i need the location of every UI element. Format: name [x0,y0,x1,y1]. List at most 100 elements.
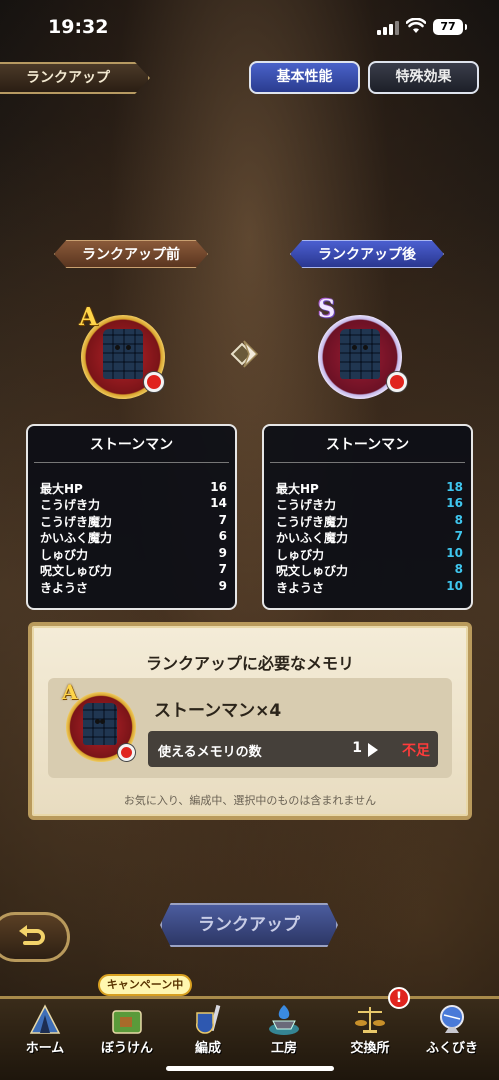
tent-icon [29,1004,61,1034]
memory-requirement-panel: ランクアップに必要なメモリ A ストーンマン×4 使えるメモリの数 1 不足 お… [28,622,472,820]
cellular-signal-icon [377,21,399,35]
rank-a-letter: A [79,302,98,331]
nav-label: 交換所 [350,1041,390,1056]
map-icon [112,1010,142,1034]
tab-basic-performance[interactable]: 基本性能 [249,61,360,94]
stone-golem-icon [103,329,143,379]
stat-value: 7 [218,513,227,527]
stat-value-increased: 8 [454,513,463,527]
nav-home[interactable]: ホーム [14,999,76,1059]
stat-panel-after: ストーンマン 最大HP 18 こうげき力 16 こうげき魔力 8 かいふく魔力 7 しゅ… [262,424,473,610]
home-indicator [166,1066,334,1071]
rankup-button[interactable]: ランクアップ [160,903,338,947]
back-button[interactable] [0,912,70,962]
nav-label: 工房 [270,1041,297,1056]
memory-title: ランクアップに必要なメモリ [145,654,354,673]
stat-label: 呪文しゅび力 [276,564,349,578]
campaign-badge: キャンペーン中 [98,974,192,996]
page-title: ランクアップ [0,62,150,94]
rank-s-letter: S [318,294,336,323]
stat-label: しゅび力 [276,548,325,562]
stat-value-increased: 10 [446,546,463,560]
stat-row: きようさ 10 [276,579,463,595]
wifi-icon [406,18,426,33]
sword-shield-icon [196,1004,221,1034]
monster-name: ストーンマン [89,437,174,453]
before-rankup-banner: ランクアップ前 [54,240,208,268]
stat-row: こうげき力 16 [276,496,463,512]
stat-row: きようさ 9 [40,579,227,595]
stat-panel-before: ストーンマン 最大HP 16 こうげき力 14 こうげき魔力 7 かいふく魔力 6 しゅ… [26,424,237,610]
stat-row: 呪文しゅび力 7 [40,562,227,578]
stat-value-increased: 16 [446,496,463,510]
stat-label: かいふく魔力 [276,531,349,545]
stat-row: 呪文しゅび力 8 [276,562,463,578]
stat-row: こうげき魔力 8 [276,513,463,529]
stat-value-increased: 18 [446,480,463,494]
stat-value: 9 [218,546,227,560]
status-time: 19:32 [48,16,109,38]
stat-value-increased: 8 [454,562,463,576]
stat-row: かいふく魔力 6 [40,529,227,545]
scales-icon [355,1007,385,1033]
alert-badge: ! [388,987,410,1009]
nav-exchange[interactable]: 交換所 [339,999,401,1059]
nav-workshop[interactable]: 工房 [253,999,315,1059]
attribute-red-dot [144,372,164,392]
chevron-right-icon [230,340,259,368]
nav-label: ホーム [25,1041,65,1056]
anvil-slime-icon [269,1005,299,1035]
return-arrow-icon [19,925,45,945]
stat-label: しゅび力 [40,548,89,562]
monster-name: ストーンマン [325,437,410,453]
stone-golem-icon [340,329,380,379]
after-rankup-banner: ランクアップ後 [290,240,444,268]
nav-label: ふくびき [425,1041,478,1056]
available-memory-count: 1 [352,740,362,756]
memory-note: お気に入り、編成中、選択中のものは含まれません [123,794,377,807]
stat-label: こうげき力 [40,498,101,512]
stat-value: 9 [218,579,227,593]
available-memory-label: 使えるメモリの数 [158,745,262,760]
lottery-globe-icon [440,1005,464,1033]
stat-row: しゅび力 10 [276,546,463,562]
stat-row: 最大HP 18 [276,480,463,496]
stat-label: こうげき魔力 [40,515,113,529]
stat-value: 7 [218,562,227,576]
rank-a-letter: A [62,680,78,704]
tab-special-effects[interactable]: 特殊効果 [368,61,479,94]
stat-value: 6 [218,529,227,543]
stat-row: 最大HP 16 [40,480,227,496]
divider [34,462,229,463]
shortage-label: 不足 [402,743,430,759]
stone-golem-icon [83,703,117,745]
stat-row: しゅび力 9 [40,546,227,562]
memory-requirement-row: A ストーンマン×4 使えるメモリの数 1 不足 [48,678,452,778]
stat-label: きようさ [40,581,89,595]
available-memory-bar: 使えるメモリの数 1 不足 [148,731,438,767]
stat-value-increased: 7 [454,529,463,543]
status-bar: 19:32 77 [0,0,499,56]
stat-label: 最大HP [276,482,319,496]
stat-row: かいふく魔力 7 [276,529,463,545]
nav-label: ぼうけん [100,1041,153,1056]
stat-row: こうげき魔力 7 [40,513,227,529]
stat-label: きようさ [276,581,325,595]
memory-requirement-count: ストーンマン×4 [154,701,282,721]
stat-value: 14 [210,496,227,510]
stat-label: こうげき魔力 [276,515,349,529]
stat-label: 呪文しゅび力 [40,564,113,578]
nav-adventure[interactable]: ぼうけん [96,999,158,1059]
stat-row: こうげき力 14 [40,496,227,512]
stat-label: こうげき力 [276,498,337,512]
stat-label: 最大HP [40,482,83,496]
stat-value: 16 [210,480,227,494]
battery-icon: 77 [433,19,467,35]
nav-formation[interactable]: 編成 [177,999,239,1059]
attribute-red-dot [118,744,135,761]
stat-value-increased: 10 [446,579,463,593]
play-arrow-icon [368,743,378,757]
nav-lottery[interactable]: ふくびき [421,999,483,1059]
divider [270,462,465,463]
nav-label: 編成 [194,1041,221,1056]
